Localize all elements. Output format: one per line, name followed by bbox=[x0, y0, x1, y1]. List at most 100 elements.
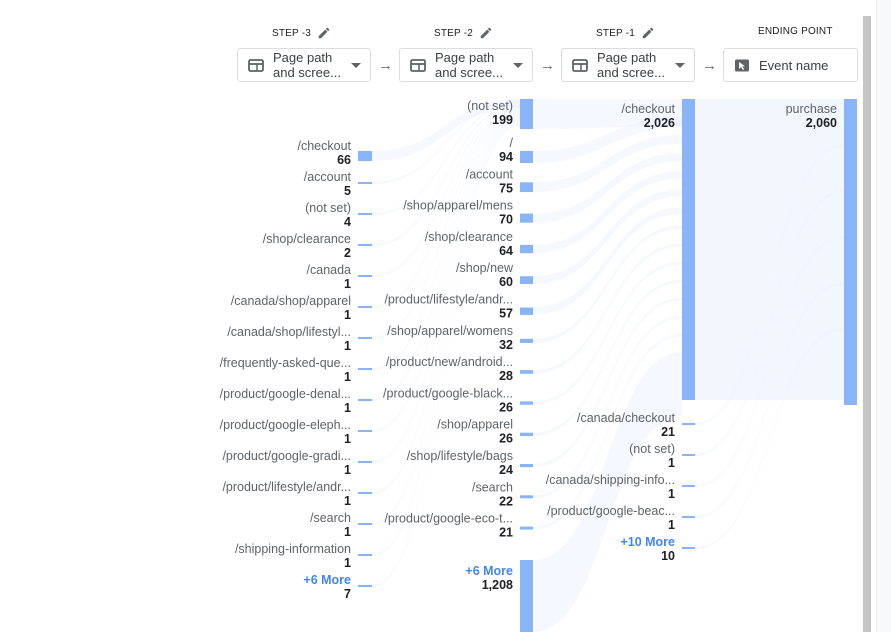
sankey-node-bar bbox=[520, 182, 533, 193]
node-label: /search bbox=[472, 480, 513, 494]
node-value: 24 bbox=[499, 463, 513, 477]
node-value: 22 bbox=[499, 494, 513, 508]
node-value: 1 bbox=[668, 518, 675, 532]
node-label: /checkout bbox=[621, 102, 675, 116]
sankey-node-bar bbox=[682, 516, 695, 518]
node-label: /shop/clearance bbox=[425, 230, 513, 244]
sankey-node-bar bbox=[520, 495, 533, 499]
node-label: /canada/checkout bbox=[577, 411, 676, 425]
sankey-node-bar bbox=[682, 99, 695, 400]
node-value: 28 bbox=[499, 369, 513, 383]
sankey-node-bar bbox=[358, 182, 372, 184]
node-value: 1 bbox=[344, 432, 351, 446]
node-value: 1 bbox=[344, 308, 351, 322]
more-link[interactable]: +6 More bbox=[465, 564, 513, 578]
node-label: /product/google-denal... bbox=[220, 387, 351, 401]
node-label: /canada/shipping-info... bbox=[546, 473, 675, 487]
node-value: 1 bbox=[344, 556, 351, 570]
node-label: /product/lifestyle/andr... bbox=[222, 480, 351, 494]
node-value: 199 bbox=[492, 113, 513, 127]
node-value: 4 bbox=[344, 215, 351, 229]
sankey-node-bar bbox=[520, 338, 533, 343]
node-label: /product/google-black... bbox=[383, 386, 513, 400]
node-label: /shop/lifestyle/bags bbox=[407, 449, 513, 463]
node-value: 70 bbox=[499, 213, 513, 227]
node-value: 2,026 bbox=[644, 116, 675, 130]
node-value: 1 bbox=[344, 277, 351, 291]
node-label: /canada/shop/lifestyl... bbox=[227, 325, 351, 339]
sankey-node-bar bbox=[358, 151, 372, 161]
sankey-node-bar bbox=[358, 213, 372, 215]
node-label: /shop/apparel/womens bbox=[387, 324, 513, 338]
node-value: 75 bbox=[499, 181, 513, 195]
node-value: 1 bbox=[668, 487, 675, 501]
sankey-node-bar bbox=[358, 306, 372, 308]
more-link[interactable]: +6 More bbox=[303, 573, 351, 587]
more-link[interactable]: +10 More bbox=[620, 535, 675, 549]
node-value: 64 bbox=[499, 244, 513, 258]
node-label: /account bbox=[304, 170, 352, 184]
sankey-node-bar bbox=[520, 276, 533, 284]
sankey-link bbox=[533, 207, 682, 315]
node-label: /account bbox=[466, 167, 514, 181]
node-value: 5 bbox=[344, 184, 351, 198]
sankey-node-bar bbox=[520, 560, 533, 632]
node-label: /canada bbox=[307, 263, 352, 277]
node-label: /shop/clearance bbox=[263, 232, 351, 246]
sankey-node-bar bbox=[358, 244, 372, 246]
sankey-node-bar bbox=[358, 461, 372, 463]
node-value: 26 bbox=[499, 432, 513, 446]
sankey-node-bar bbox=[682, 454, 695, 456]
sankey-node-bar bbox=[682, 485, 695, 487]
node-value: 1 bbox=[344, 494, 351, 508]
sankey-node-bar bbox=[520, 151, 533, 163]
node-label: /product/google-beac... bbox=[547, 504, 675, 518]
sankey-node-bar bbox=[358, 275, 372, 277]
node-value: 1 bbox=[344, 525, 351, 539]
node-label: / bbox=[510, 136, 514, 150]
node-label: /canada/shop/apparel bbox=[231, 294, 351, 308]
side-panel-edge bbox=[876, 0, 891, 632]
sankey-node-bar bbox=[358, 492, 372, 494]
node-label: purchase bbox=[786, 102, 837, 116]
sankey-node-bar bbox=[520, 401, 533, 405]
sankey-node-bar bbox=[358, 430, 372, 432]
node-value: 26 bbox=[499, 400, 513, 414]
node-label: /product/google-gradi... bbox=[222, 449, 351, 463]
sankey-node-bar bbox=[358, 554, 372, 556]
sankey-node-bar bbox=[358, 523, 372, 525]
node-label: /shop/new bbox=[456, 261, 514, 275]
sankey-node-bar bbox=[358, 585, 372, 587]
node-label: /search bbox=[310, 511, 351, 525]
node-label: /frequently-asked-que... bbox=[220, 356, 351, 370]
node-value: 1 bbox=[344, 463, 351, 477]
sankey-node-bar bbox=[682, 547, 695, 549]
sankey-node-bar bbox=[520, 244, 533, 254]
node-value: 2 bbox=[344, 246, 351, 260]
node-value: 1 bbox=[344, 370, 351, 384]
sankey-node-bar bbox=[358, 368, 372, 370]
node-value: 10 bbox=[661, 549, 675, 563]
node-value: 1,208 bbox=[482, 578, 513, 592]
node-label: (not set) bbox=[629, 442, 675, 456]
sankey-node-bar bbox=[520, 432, 533, 437]
sankey-link bbox=[533, 189, 682, 284]
node-value: 21 bbox=[661, 425, 675, 439]
node-label: (not set) bbox=[305, 201, 351, 215]
node-value: 7 bbox=[344, 587, 351, 601]
node-label: /product/lifestyle/andr... bbox=[384, 293, 513, 307]
node-value: 1 bbox=[344, 339, 351, 353]
node-value: 1 bbox=[668, 456, 675, 470]
sankey-node-bar bbox=[520, 213, 533, 223]
vertical-scrollbar[interactable] bbox=[863, 16, 871, 632]
sankey-node-bar bbox=[520, 99, 533, 129]
node-label: /product/google-eleph... bbox=[220, 418, 351, 432]
node-label: (not set) bbox=[467, 99, 513, 113]
sankey-node-bar bbox=[844, 99, 857, 405]
node-label: /shipping-information bbox=[235, 542, 351, 556]
node-label: /product/new/android... bbox=[386, 355, 513, 369]
node-label: /shop/apparel/mens bbox=[403, 199, 513, 213]
sankey-chart: /checkout66/account5(not set)4/shop/clea… bbox=[220, 99, 857, 632]
node-value: 21 bbox=[499, 526, 513, 540]
node-value: 32 bbox=[499, 338, 513, 352]
